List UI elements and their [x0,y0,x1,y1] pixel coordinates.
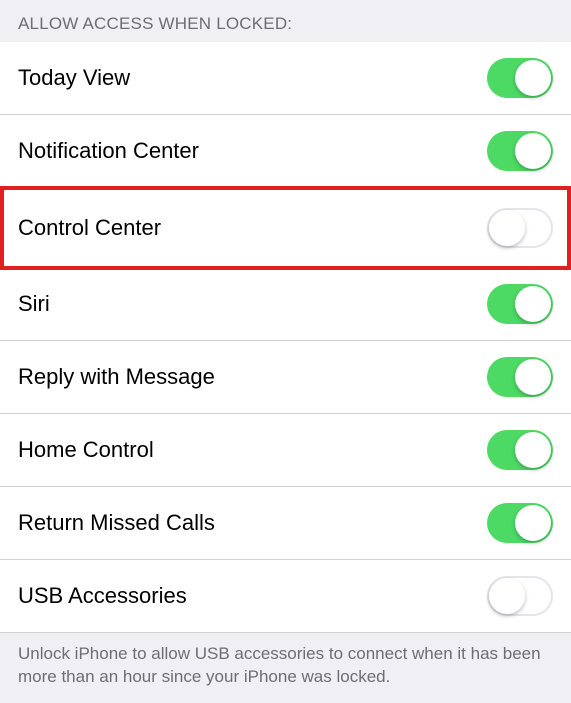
toggle-knob [515,60,551,96]
toggle-knob [515,286,551,322]
toggle-switch[interactable] [487,357,553,397]
toggle-switch[interactable] [487,208,553,248]
settings-row-label: Siri [18,291,50,317]
section-footer: Unlock iPhone to allow USB accessories t… [0,633,571,703]
settings-row: Control Center [0,186,571,270]
settings-list: Today View Notification Center Control Cen… [0,42,571,633]
toggle-switch[interactable] [487,430,553,470]
toggle-knob [515,359,551,395]
settings-row: USB Accessories [0,560,571,633]
toggle-switch[interactable] [487,503,553,543]
settings-row-label: Notification Center [18,138,199,164]
settings-row: Notification Center [0,115,571,188]
settings-row: Reply with Message [0,341,571,414]
settings-row-label: USB Accessories [18,583,187,609]
toggle-switch[interactable] [487,576,553,616]
toggle-switch[interactable] [487,131,553,171]
settings-row: Siri [0,268,571,341]
toggle-knob [515,505,551,541]
settings-row-label: Return Missed Calls [18,510,215,536]
toggle-knob [515,133,551,169]
settings-row-label: Control Center [18,215,161,241]
settings-row-label: Today View [18,65,130,91]
toggle-switch[interactable] [487,284,553,324]
settings-row-label: Reply with Message [18,364,215,390]
settings-row-label: Home Control [18,437,154,463]
toggle-knob [489,578,525,614]
toggle-knob [515,432,551,468]
settings-row: Home Control [0,414,571,487]
settings-row: Today View [0,42,571,115]
toggle-knob [489,210,525,246]
settings-row: Return Missed Calls [0,487,571,560]
toggle-switch[interactable] [487,58,553,98]
section-header: Allow Access When Locked: [0,0,571,42]
